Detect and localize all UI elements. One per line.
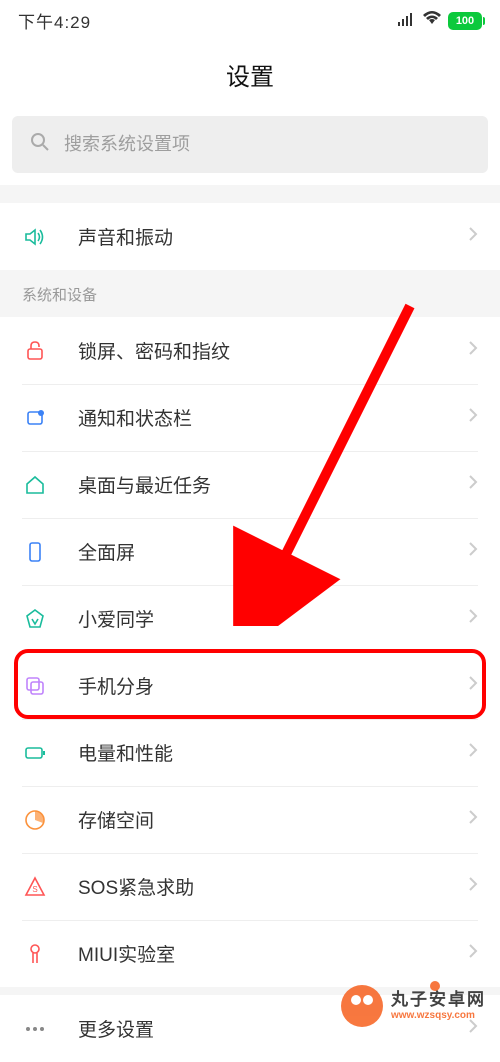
settings-item-lockscreen[interactable]: 锁屏、密码和指纹	[0, 317, 500, 384]
xiaoai-icon	[22, 606, 48, 632]
settings-group-main: 锁屏、密码和指纹 通知和状态栏 桌面与最近任务 全面屏 小爱同学 手机	[0, 317, 500, 987]
list-label: 通知和状态栏	[78, 404, 438, 431]
section-header: 系统和设备	[0, 270, 500, 317]
storage-icon	[22, 807, 48, 833]
chevron-right-icon	[468, 742, 478, 763]
battery-icon: 100	[448, 12, 482, 30]
settings-group-top: 声音和振动	[0, 203, 500, 270]
settings-item-second-space[interactable]: 手机分身	[0, 652, 500, 719]
list-label: 桌面与最近任务	[78, 471, 438, 498]
settings-item-sound[interactable]: 声音和振动	[0, 203, 500, 270]
status-time: 下午4:29	[18, 8, 91, 33]
settings-item-storage[interactable]: 存储空间	[0, 786, 500, 853]
settings-item-notifications[interactable]: 通知和状态栏	[0, 384, 500, 451]
more-icon	[22, 1016, 48, 1042]
list-label: 全面屏	[78, 538, 438, 565]
list-label: 声音和振动	[78, 223, 438, 250]
chevron-right-icon	[468, 407, 478, 428]
chevron-right-icon	[468, 608, 478, 629]
search-icon	[30, 132, 50, 157]
settings-item-fullscreen[interactable]: 全面屏	[0, 518, 500, 585]
search-section	[0, 116, 500, 185]
status-bar: 下午4:29 100	[0, 0, 500, 37]
chevron-right-icon	[468, 474, 478, 495]
sos-icon: S	[22, 874, 48, 900]
list-label: 小爱同学	[78, 605, 438, 632]
chevron-right-icon	[468, 943, 478, 964]
search-bar[interactable]	[12, 116, 488, 173]
settings-item-miui-lab[interactable]: MIUI实验室	[0, 920, 500, 987]
settings-item-xiaoai[interactable]: 小爱同学	[0, 585, 500, 652]
lock-icon	[22, 338, 48, 364]
list-label: MIUI实验室	[78, 940, 438, 967]
list-label: 锁屏、密码和指纹	[78, 337, 438, 364]
signal-icon	[398, 11, 416, 31]
settings-item-battery[interactable]: 电量和性能	[0, 719, 500, 786]
settings-item-desktop[interactable]: 桌面与最近任务	[0, 451, 500, 518]
home-icon	[22, 472, 48, 498]
page-title: 设置	[0, 37, 500, 116]
list-label: 手机分身	[78, 672, 438, 699]
chevron-right-icon	[468, 226, 478, 247]
watermark: 丸子安卓网 www.wzsqsy.com	[341, 985, 486, 1027]
watermark-url: www.wzsqsy.com	[391, 1010, 486, 1022]
list-label: 电量和性能	[78, 739, 438, 766]
sound-icon	[22, 224, 48, 250]
fullscreen-icon	[22, 539, 48, 565]
status-icons: 100	[398, 10, 482, 31]
chevron-right-icon	[468, 541, 478, 562]
list-label: SOS紧急求助	[78, 873, 438, 900]
lab-icon	[22, 941, 48, 967]
watermark-name: 丸子安卓网	[391, 990, 486, 1010]
chevron-right-icon	[468, 675, 478, 696]
chevron-right-icon	[468, 809, 478, 830]
watermark-logo	[341, 985, 383, 1027]
svg-text:S: S	[32, 885, 37, 894]
notification-icon	[22, 405, 48, 431]
wifi-icon	[422, 10, 442, 31]
chevron-right-icon	[468, 876, 478, 897]
list-label: 存储空间	[78, 806, 438, 833]
second-space-icon	[22, 673, 48, 699]
battery-perf-icon	[22, 740, 48, 766]
search-input[interactable]	[64, 134, 470, 155]
settings-item-sos[interactable]: S SOS紧急求助	[0, 853, 500, 920]
chevron-right-icon	[468, 340, 478, 361]
